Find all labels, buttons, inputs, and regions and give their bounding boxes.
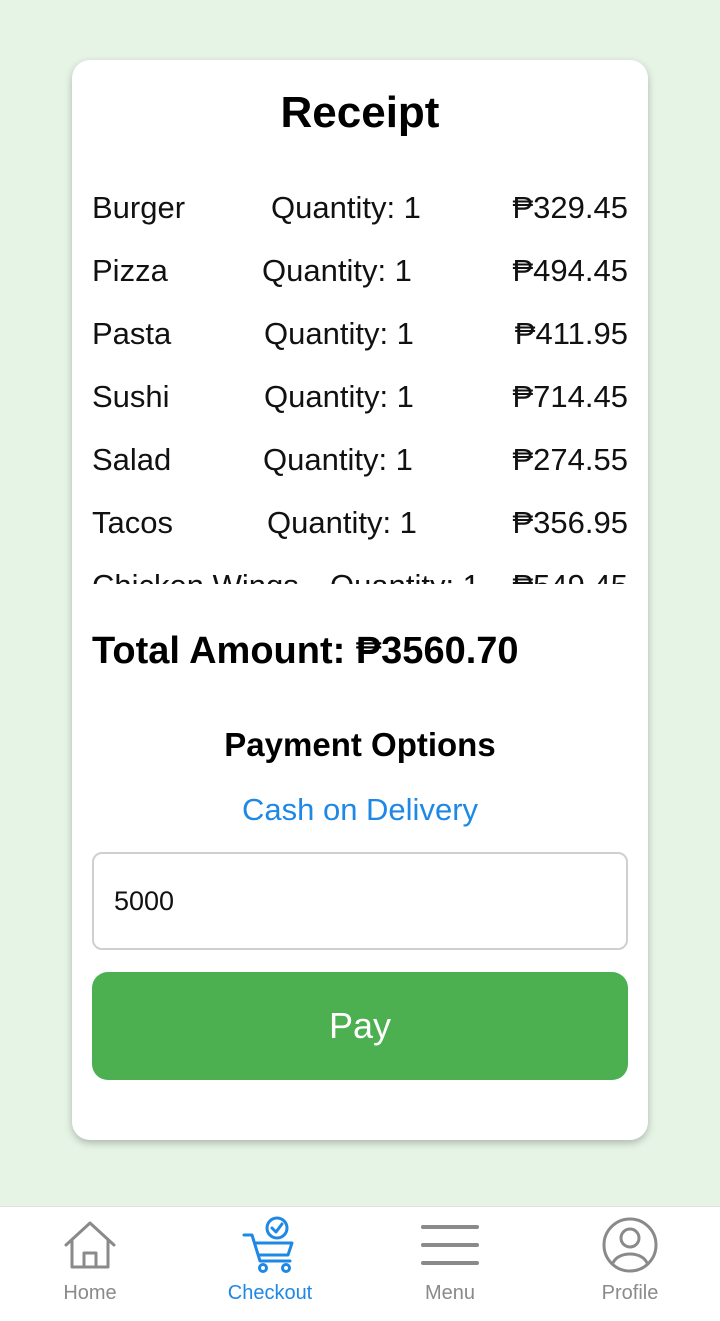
item-quantity: Quantity: 1 bbox=[267, 505, 417, 540]
item-quantity: Quantity: 1 bbox=[262, 253, 412, 288]
item-price: ₱329.45 bbox=[512, 190, 629, 225]
item-name: Salad bbox=[92, 442, 172, 477]
item-price: ₱356.95 bbox=[512, 505, 629, 540]
nav-item-menu[interactable]: Menu bbox=[360, 1207, 540, 1321]
receipt-row: Pizza Quantity: 1 ₱494.45 bbox=[92, 241, 628, 304]
home-icon bbox=[64, 1221, 116, 1269]
item-quantity: Quantity: 1 bbox=[264, 379, 414, 414]
item-price: ₱494.45 bbox=[512, 253, 629, 288]
payment-method-option[interactable]: Cash on Delivery bbox=[0, 792, 720, 828]
receipt-row: Salad Quantity: 1 ₱274.55 bbox=[92, 430, 628, 493]
pay-button[interactable]: Pay bbox=[92, 972, 628, 1080]
item-quantity: Quantity: 1 bbox=[330, 568, 480, 584]
item-price: ₱411.95 bbox=[514, 316, 628, 351]
item-name: Sushi bbox=[92, 379, 170, 414]
payment-options-heading: Payment Options bbox=[224, 726, 496, 763]
nav-label-menu: Menu bbox=[424, 1282, 476, 1304]
receipt-row: Sushi Quantity: 1 ₱714.45 bbox=[92, 367, 628, 430]
receipt-row: Burger Quantity: 1 ₱329.45 bbox=[92, 178, 628, 241]
item-quantity: Quantity: 1 bbox=[271, 190, 421, 225]
receipt-row: Chicken Wings Quantity: 1 ₱549.45 bbox=[92, 556, 628, 584]
item-name: Pasta bbox=[92, 316, 172, 351]
item-price: ₱549.45 bbox=[513, 568, 629, 584]
item-price: ₱714.45 bbox=[512, 379, 629, 414]
nav-label-profile: Profile bbox=[601, 1282, 659, 1304]
nav-item-checkout[interactable]: Checkout bbox=[180, 1207, 360, 1321]
total-amount: Total Amount: ₱3560.70 bbox=[92, 630, 519, 672]
nav-item-home[interactable]: Home bbox=[0, 1207, 180, 1321]
item-name: Pizza bbox=[92, 253, 168, 288]
nav-item-profile[interactable]: Profile bbox=[540, 1207, 720, 1321]
item-price: ₱274.55 bbox=[512, 442, 629, 477]
receipt-title: Receipt bbox=[280, 88, 440, 137]
menu-icon bbox=[421, 1225, 479, 1265]
item-name: Burger bbox=[92, 190, 186, 225]
item-name: Tacos bbox=[92, 505, 173, 540]
item-quantity: Quantity: 1 bbox=[263, 442, 413, 477]
nav-label-home: Home bbox=[63, 1282, 117, 1304]
cart-check-icon bbox=[242, 1216, 294, 1273]
item-quantity: Quantity: 1 bbox=[264, 316, 414, 351]
receipt-row: Tacos Quantity: 1 ₱356.95 bbox=[92, 493, 628, 556]
receipt-item-list[interactable]: Burger Quantity: 1 ₱329.45 Pizza Quantit… bbox=[92, 178, 628, 584]
item-name: Chicken Wings bbox=[92, 568, 299, 584]
receipt-row: Pasta Quantity: 1 ₱411.95 bbox=[92, 304, 628, 367]
payment-amount-input[interactable] bbox=[92, 852, 628, 950]
nav-label-checkout: Checkout bbox=[227, 1282, 313, 1304]
bottom-navigation: Home Checkout Menu Profile bbox=[0, 1206, 720, 1321]
profile-icon bbox=[602, 1217, 658, 1273]
